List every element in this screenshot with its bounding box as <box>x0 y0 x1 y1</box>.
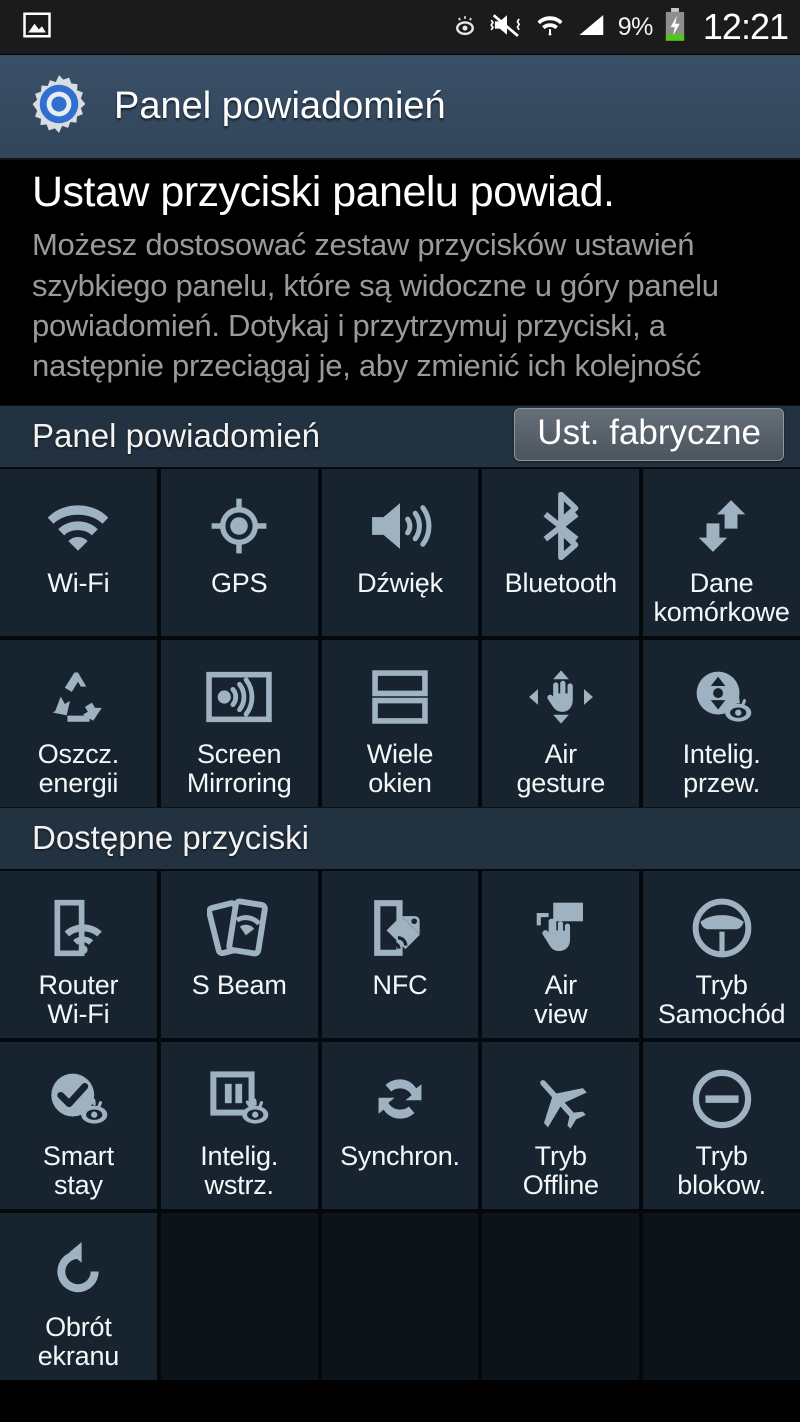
status-bar-right: 9% 12:21 <box>450 6 789 47</box>
tile-screen-rotation[interactable]: Obrót ekranu <box>0 1212 157 1380</box>
available-section-title: Dostępne przyciski <box>32 819 309 857</box>
multi-window-icon <box>372 656 428 738</box>
tile-blocking-mode[interactable]: Tryb blokow. <box>643 1041 800 1209</box>
screen-rotation-icon <box>47 1229 109 1311</box>
air-view-hand-icon <box>530 887 592 969</box>
screen-mirroring-icon <box>206 656 272 738</box>
page-title: Panel powiadomień <box>114 85 446 127</box>
tile-empty-slot <box>482 1212 640 1380</box>
tile-screen-mirroring[interactable]: Screen Mirroring <box>160 639 318 807</box>
battery-percent-label: 9% <box>617 12 654 41</box>
tile-label: Wiele okien <box>366 738 434 798</box>
tile-power-saving[interactable]: Oszcz. energii <box>0 639 157 807</box>
tile-smart-scroll[interactable]: Intelig. przew. <box>643 639 800 807</box>
tile-label: Air view <box>534 969 588 1029</box>
status-bar-left <box>22 10 52 45</box>
bluetooth-icon <box>536 485 586 567</box>
settings-gear-icon[interactable] <box>26 71 92 142</box>
tile-bluetooth[interactable]: Bluetooth <box>482 468 640 636</box>
tile-air-gesture[interactable]: Air gesture <box>482 639 640 807</box>
tile-wifi-hotspot[interactable]: Router Wi-Fi <box>0 870 157 1038</box>
tile-airplane-mode[interactable]: Tryb Offline <box>482 1041 640 1209</box>
tile-label: Intelig. przew. <box>682 738 761 798</box>
tile-empty-slot <box>643 1212 800 1380</box>
tile-sync[interactable]: Synchron. <box>321 1041 479 1209</box>
intro-block: Ustaw przyciski panelu powiad. Możesz do… <box>0 160 800 405</box>
panel-tile-grid: Wi-Fi GPS Dźwięk Bluetooth Dane komórkow… <box>0 466 800 807</box>
sync-arrows-icon <box>369 1058 431 1140</box>
power-saving-recycle-icon <box>47 656 109 738</box>
wifi-icon <box>534 10 566 45</box>
tile-empty-slot <box>160 1212 318 1380</box>
mute-vibrate-icon <box>489 10 524 45</box>
tile-label: S Beam <box>191 969 287 1000</box>
available-tile-grid: Router Wi-Fi S Beam NFC Air view Tryb Sa… <box>0 868 800 1380</box>
s-beam-icon <box>207 887 271 969</box>
tile-label: Router Wi-Fi <box>38 969 119 1029</box>
tile-multi-window[interactable]: Wiele okien <box>321 639 479 807</box>
tile-empty-slot <box>321 1212 479 1380</box>
wifi-icon <box>45 485 111 567</box>
status-bar: 9% 12:21 <box>0 0 800 55</box>
gps-crosshair-icon <box>208 485 270 567</box>
action-bar: Panel powiadomień <box>0 55 800 160</box>
tile-mobile-data[interactable]: Dane komórkowe <box>643 468 800 636</box>
tile-label: Obrót ekranu <box>37 1311 120 1371</box>
available-section-header: Dostępne przyciski <box>0 806 800 869</box>
tile-label: Wi-Fi <box>47 567 110 598</box>
tile-label: NFC <box>372 969 428 1000</box>
car-mode-steering-wheel-icon <box>691 887 753 969</box>
image-icon <box>22 10 52 45</box>
clock-label: 12:21 <box>702 6 789 47</box>
tile-label: Intelig. wstrz. <box>200 1140 279 1200</box>
tile-label: Screen Mirroring <box>186 738 292 798</box>
panel-section-header: Panel powiadomień Ust. fabryczne <box>0 404 800 467</box>
wifi-hotspot-icon <box>47 887 109 969</box>
tile-label: Tryb blokow. <box>677 1140 766 1200</box>
tile-label: Tryb Offline <box>522 1140 599 1200</box>
tile-label: Air gesture <box>516 738 606 798</box>
tile-label: Bluetooth <box>504 567 617 598</box>
battery-charging-icon <box>663 7 687 47</box>
tile-label: Dane komórkowe <box>653 567 790 627</box>
nfc-tag-icon <box>369 887 431 969</box>
tile-smart-stay[interactable]: Smart stay <box>0 1041 157 1209</box>
tile-air-view[interactable]: Air view <box>482 870 640 1038</box>
tile-wifi[interactable]: Wi-Fi <box>0 468 157 636</box>
signal-icon <box>576 10 608 45</box>
mobile-data-arrows-icon <box>691 485 753 567</box>
tile-label: Dźwięk <box>357 567 443 598</box>
smart-pause-eye-icon <box>205 1058 273 1140</box>
panel-section-title: Panel powiadomień <box>32 417 321 455</box>
tile-s-beam[interactable]: S Beam <box>160 870 318 1038</box>
tile-gps[interactable]: GPS <box>160 468 318 636</box>
tile-nfc[interactable]: NFC <box>321 870 479 1038</box>
tile-sound[interactable]: Dźwięk <box>321 468 479 636</box>
intro-body: Możesz dostosować zestaw przycisków usta… <box>32 227 719 384</box>
tile-label: Oszcz. energii <box>37 738 120 798</box>
tile-label: GPS <box>210 567 268 598</box>
tile-car-mode[interactable]: Tryb Samochód <box>643 870 800 1038</box>
intro-heading: Ustaw przyciski panelu powiad. <box>32 168 615 216</box>
tile-smart-pause[interactable]: Intelig. wstrz. <box>160 1041 318 1209</box>
air-gesture-hand-icon <box>527 656 595 738</box>
smart-stay-check-eye-icon <box>44 1058 112 1140</box>
tile-label: Tryb Samochód <box>657 969 786 1029</box>
tile-label: Synchron. <box>340 1140 460 1171</box>
smart-stay-eye-icon <box>450 10 480 45</box>
tile-label: Smart stay <box>42 1140 114 1200</box>
sound-speaker-icon <box>367 485 433 567</box>
blocking-mode-minus-icon <box>691 1058 753 1140</box>
smart-scroll-eye-icon <box>688 656 756 738</box>
airplane-mode-icon <box>529 1058 593 1140</box>
reset-defaults-button[interactable]: Ust. fabryczne <box>514 407 784 461</box>
